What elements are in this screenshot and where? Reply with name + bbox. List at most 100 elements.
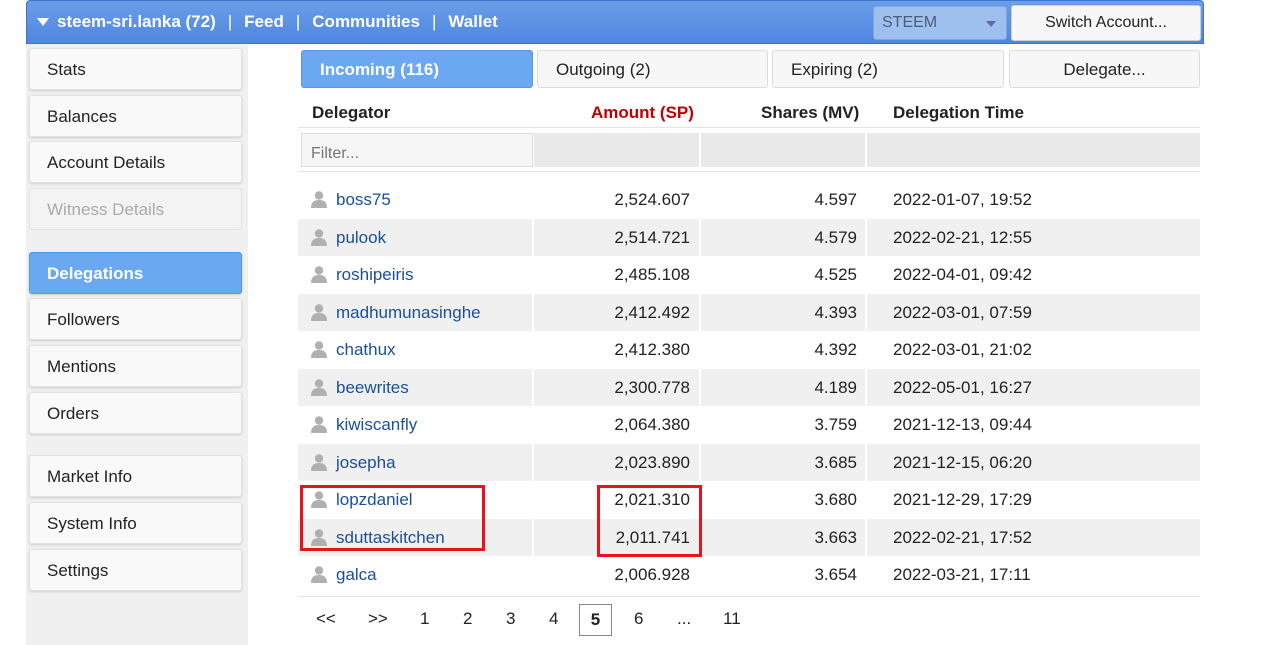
column-separator xyxy=(532,331,534,368)
column-separator xyxy=(699,181,701,218)
sidebar-item-stats[interactable]: Stats xyxy=(29,48,242,90)
sidebar-item-account-details[interactable]: Account Details xyxy=(29,141,242,183)
nav-wallet[interactable]: Wallet xyxy=(448,12,497,32)
account-title[interactable]: steem-sri.lanka (72) xyxy=(57,12,216,32)
delegator-link[interactable]: galca xyxy=(336,565,377,585)
pager-next[interactable]: >> xyxy=(368,609,388,629)
pager-page-1[interactable]: 1 xyxy=(420,609,429,629)
delegation-time-cell: 2021-12-29, 17:29 xyxy=(893,490,1032,509)
column-separator xyxy=(865,481,867,518)
top-navbar: steem-sri.lanka (72) | Feed | Communitie… xyxy=(26,0,1204,44)
table-row: boss75 2,524.607 4.597 2022-01-07, 19:52 xyxy=(298,181,1200,218)
user-silhouette-icon xyxy=(311,191,327,208)
shares-cell: 3.680 xyxy=(814,490,857,509)
column-header-shares[interactable]: Shares (MV) xyxy=(761,103,859,123)
token-select-value: STEEM xyxy=(882,14,938,31)
shares-cell: 4.189 xyxy=(814,377,857,397)
amount-cell: 2,064.380 xyxy=(614,415,690,434)
delegation-time-cell: 2022-03-21, 17:11 xyxy=(893,565,1031,584)
shares-cell: 3.654 xyxy=(814,565,857,584)
annotation-highlight-box xyxy=(300,485,485,551)
sidebar-item-witness-details: Witness Details xyxy=(29,188,242,230)
pager-page-3[interactable]: 3 xyxy=(506,609,515,629)
tab-outgoing[interactable]: Outgoing (2) xyxy=(537,50,768,88)
delegation-time-cell: 2022-03-01, 07:59 xyxy=(893,302,1032,322)
column-separator xyxy=(532,481,534,518)
table-row: chathux 2,412.380 4.392 2022-03-01, 21:02 xyxy=(298,331,1200,368)
token-select[interactable]: STEEM xyxy=(873,6,1007,40)
table-row: galca 2,006.928 3.654 2022-03-21, 17:11 xyxy=(298,556,1200,593)
column-separator xyxy=(532,293,534,331)
user-silhouette-icon xyxy=(311,228,327,246)
sidebar-item-followers[interactable]: Followers xyxy=(29,298,242,340)
table-row: kiwiscanfly 2,064.380 3.759 2021-12-13, 09:… xyxy=(298,406,1200,443)
delegator-link[interactable]: madhumunasinghe xyxy=(336,303,481,323)
tab-incoming[interactable]: Incoming (116) xyxy=(301,50,533,88)
delegation-time-cell: 2022-03-01, 21:02 xyxy=(893,340,1032,359)
pagination: << >> 1 2 3 4 5 6 ... 11 xyxy=(298,596,1200,645)
filter-row xyxy=(298,130,1200,172)
delegator-link[interactable]: chathux xyxy=(336,340,396,360)
delegator-link[interactable]: boss75 xyxy=(336,190,391,210)
delegator-link[interactable]: roshipeiris xyxy=(336,265,413,285)
nav-separator: | xyxy=(295,12,301,31)
triangle-down-icon[interactable] xyxy=(37,18,49,26)
delegator-link[interactable]: josepha xyxy=(336,453,396,473)
delegator-link[interactable]: pulook xyxy=(336,228,386,248)
column-separator xyxy=(865,181,867,218)
sidebar-item-system-info[interactable]: System Info xyxy=(29,502,242,544)
nav-separator: | xyxy=(227,12,233,31)
amount-cell: 2,485.108 xyxy=(614,265,690,284)
column-separator xyxy=(532,406,534,443)
table-header: Delegator Amount (SP) Shares (MV) Delega… xyxy=(298,94,1200,128)
column-separator xyxy=(865,331,867,368)
column-header-time[interactable]: Delegation Time xyxy=(893,103,1024,123)
column-separator xyxy=(865,406,867,443)
pager-ellipsis: ... xyxy=(677,609,692,628)
sidebar: Stats Balances Account Details Witness D… xyxy=(26,44,248,645)
pager-page-current[interactable]: 5 xyxy=(579,604,612,636)
amount-cell: 2,006.928 xyxy=(614,565,690,584)
sidebar-item-balances[interactable]: Balances xyxy=(29,95,242,137)
column-header-amount[interactable]: Amount (SP) xyxy=(591,103,694,123)
column-separator xyxy=(699,556,701,593)
delegation-time-cell: 2022-01-07, 19:52 xyxy=(893,190,1032,209)
switch-account-button[interactable]: Switch Account... xyxy=(1011,5,1201,41)
shares-cell: 4.392 xyxy=(814,340,857,359)
column-separator xyxy=(865,443,867,481)
table-row: josepha 2,023.890 3.685 2021-12-15, 06:20 xyxy=(298,443,1200,481)
user-silhouette-icon xyxy=(311,378,327,396)
delegation-time-cell: 2021-12-13, 09:44 xyxy=(893,415,1032,434)
column-separator xyxy=(699,443,701,481)
shares-cell: 4.579 xyxy=(814,227,857,247)
pager-page-6[interactable]: 6 xyxy=(634,609,643,629)
delegator-link[interactable]: beewrites xyxy=(336,378,409,398)
delegation-time-cell: 2021-12-15, 06:20 xyxy=(893,452,1032,472)
sidebar-item-delegations[interactable]: Delegations xyxy=(29,252,242,294)
column-separator xyxy=(865,256,867,293)
filter-cell-empty xyxy=(534,133,699,167)
delegation-time-cell: 2022-02-21, 12:55 xyxy=(893,227,1032,247)
column-separator xyxy=(699,256,701,293)
column-separator xyxy=(699,331,701,368)
tab-expiring[interactable]: Expiring (2) xyxy=(772,50,1004,88)
sidebar-item-settings[interactable]: Settings xyxy=(29,549,242,591)
delegator-link[interactable]: kiwiscanfly xyxy=(336,415,417,435)
nav-feed[interactable]: Feed xyxy=(244,12,284,32)
pager-page-2[interactable]: 2 xyxy=(463,609,472,629)
filter-input[interactable] xyxy=(301,133,533,167)
pager-prev[interactable]: << xyxy=(316,609,336,629)
user-silhouette-icon xyxy=(311,341,327,358)
pager-page-4[interactable]: 4 xyxy=(549,609,558,629)
user-silhouette-icon xyxy=(311,303,327,321)
amount-cell: 2,023.890 xyxy=(614,452,690,472)
sidebar-item-mentions[interactable]: Mentions xyxy=(29,345,242,387)
shares-cell: 3.685 xyxy=(814,452,857,472)
nav-communities[interactable]: Communities xyxy=(312,12,420,32)
column-header-delegator[interactable]: Delegator xyxy=(312,103,390,123)
sidebar-item-orders[interactable]: Orders xyxy=(29,392,242,434)
sidebar-item-market-info[interactable]: Market Info xyxy=(29,455,242,497)
table-row: beewrites 2,300.778 4.189 2022-05-01, 16:27 xyxy=(298,368,1200,406)
pager-page-11[interactable]: 11 xyxy=(723,609,741,629)
delegate-button[interactable]: Delegate... xyxy=(1009,50,1200,88)
